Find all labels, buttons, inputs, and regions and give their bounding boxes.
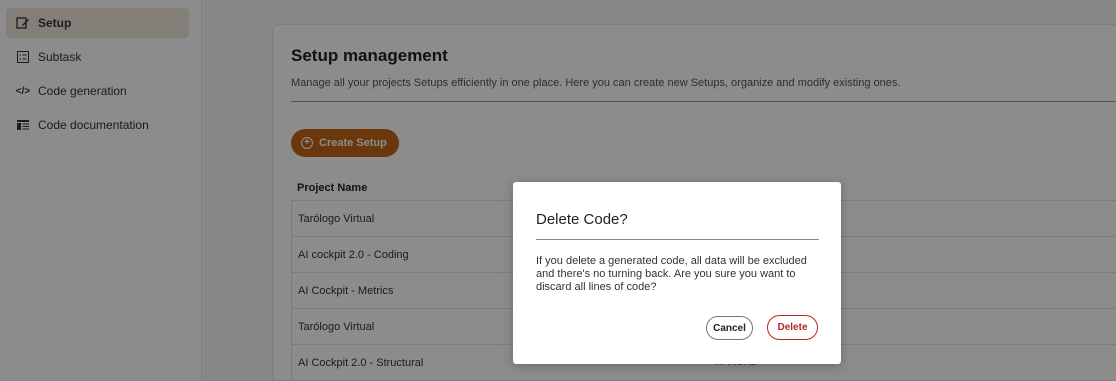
cancel-button[interactable]: Cancel bbox=[706, 316, 753, 340]
delete-button[interactable]: Delete bbox=[767, 315, 818, 340]
delete-code-dialog: Delete Code? If you delete a generated c… bbox=[513, 182, 841, 364]
dialog-title: Delete Code? bbox=[536, 211, 628, 228]
dialog-divider bbox=[536, 239, 819, 240]
dialog-message: If you delete a generated code, all data… bbox=[536, 255, 807, 293]
